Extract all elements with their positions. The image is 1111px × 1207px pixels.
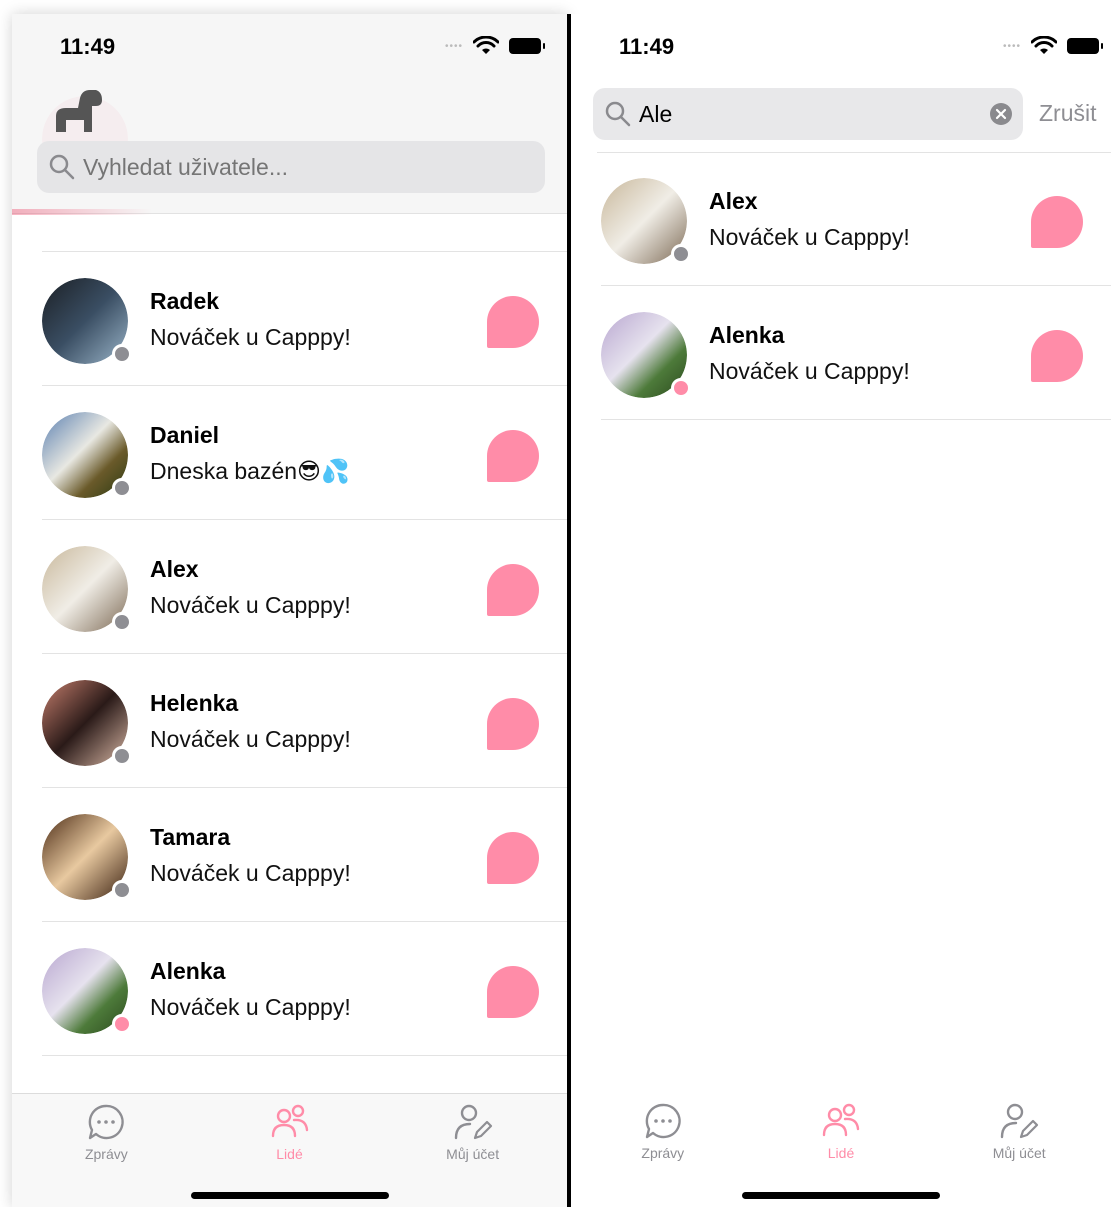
list-item[interactable]: Tamara Nováček u Capppy! — [12, 788, 567, 922]
tab-people[interactable]: Lidé — [230, 1102, 350, 1162]
tab-people[interactable]: Lidé — [781, 1101, 901, 1161]
person-message: Nováček u Capppy! — [150, 592, 351, 618]
chat-bubble-button[interactable] — [487, 564, 539, 616]
people-screen: Radek Nováček u Capppy! Daniel Dneska bazén… — [12, 14, 567, 1207]
tab-label: Lidé — [276, 1146, 303, 1162]
status-time: 11:49 — [60, 34, 116, 59]
presence-indicator — [671, 244, 691, 264]
status-bar: 11:49 •••• — [571, 14, 1111, 74]
tab-label: Můj účet — [446, 1146, 500, 1162]
person-message: Nováček u Capppy! — [150, 726, 351, 752]
battery-icon — [1067, 38, 1103, 54]
account-edit-icon — [413, 1102, 533, 1142]
person-message: Dneska bazén😎💦 — [150, 458, 350, 484]
tab-label: Zprávy — [641, 1145, 685, 1161]
chat-bubble-button[interactable] — [487, 832, 539, 884]
cancel-search-button[interactable]: Zrušit — [1039, 100, 1097, 127]
person-name: Daniel — [150, 422, 220, 448]
clear-search-icon[interactable] — [989, 102, 1013, 126]
list-item[interactable]: Radek Nováček u Capppy! — [12, 252, 567, 386]
person-name: Helenka — [150, 690, 239, 716]
avatar — [42, 814, 132, 900]
search-input[interactable] — [83, 153, 545, 181]
tab-bar: Zprávy Lidé Můj účet — [12, 1093, 567, 1207]
list-item[interactable]: Alenka Nováček u Capppy! — [571, 286, 1111, 420]
tab-chat[interactable]: Zprávy — [603, 1101, 723, 1161]
tab-label: Zprávy — [84, 1146, 128, 1162]
battery-icon — [509, 38, 545, 54]
avatar — [42, 680, 132, 766]
presence-indicator — [112, 1014, 132, 1034]
chat-bubble-button[interactable] — [487, 296, 539, 348]
dog-logo-icon — [56, 90, 102, 132]
avatar — [42, 412, 132, 498]
person-message: Nováček u Capppy! — [150, 860, 351, 886]
home-indicator — [190, 1192, 389, 1199]
signal-icon: •••• — [1002, 40, 1021, 52]
search-icon — [605, 101, 631, 127]
account-edit-icon — [959, 1101, 1079, 1141]
presence-indicator — [112, 880, 132, 900]
search-bar[interactable] — [37, 141, 545, 193]
avatar — [42, 948, 132, 1034]
presence-indicator — [112, 344, 132, 364]
person-message: Nováček u Capppy! — [150, 994, 351, 1020]
search-bar[interactable] — [593, 88, 1023, 140]
search-icon — [49, 154, 75, 180]
tab-chat[interactable]: Zprávy — [46, 1102, 166, 1162]
people-list: Radek Nováček u Capppy! Daniel Dneska bazén… — [12, 96, 567, 1056]
header: 11:49 •••• — [12, 14, 567, 215]
person-message: Nováček u Capppy! — [150, 324, 351, 350]
list-item[interactable]: Alex Nováček u Capppy! — [571, 152, 1111, 286]
person-name: Radek — [150, 288, 220, 314]
chat-bubble-button[interactable] — [487, 430, 539, 482]
avatar — [601, 178, 691, 264]
tab-label: Lidé — [827, 1145, 855, 1161]
status-icons: •••• — [444, 36, 545, 56]
presence-indicator — [112, 746, 132, 766]
list-item[interactable]: Alenka Nováček u Capppy! — [12, 922, 567, 1056]
person-name: Alenka — [150, 958, 226, 984]
search-input[interactable] — [639, 100, 1023, 128]
home-indicator — [742, 1192, 940, 1199]
row-separator — [42, 1055, 567, 1056]
person-name: Alex — [709, 188, 758, 214]
person-name: Alex — [150, 556, 199, 582]
chat-bubble-button[interactable] — [1031, 330, 1083, 382]
tab-account-edit[interactable]: Můj účet — [413, 1102, 533, 1162]
status-icons: •••• — [1002, 36, 1103, 56]
chat-icon — [603, 1101, 723, 1141]
chat-bubble-button[interactable] — [487, 698, 539, 750]
search-results-screen: 11:49 •••• Zrušit AlexNováček u Capppy!A… — [571, 14, 1111, 1207]
status-bar: 11:49 •••• — [12, 14, 567, 74]
presence-indicator — [112, 478, 132, 498]
row-separator — [601, 419, 1111, 420]
chat-bubble-button[interactable] — [487, 966, 539, 1018]
person-message: Nováček u Capppy! — [709, 358, 910, 384]
status-time: 11:49 — [619, 34, 675, 59]
person-name: Tamara — [150, 824, 231, 850]
tab-bar: Zprávy Lidé Můj účet — [571, 1093, 1111, 1207]
presence-indicator — [671, 378, 691, 398]
person-name: Alenka — [709, 322, 785, 348]
tab-label: Můj účet — [992, 1145, 1046, 1161]
list-item[interactable]: Alex Nováček u Capppy! — [12, 520, 567, 654]
presence-indicator — [112, 612, 132, 632]
wifi-icon — [1031, 36, 1057, 54]
chat-bubble-button[interactable] — [1031, 196, 1083, 248]
people-icon — [230, 1102, 350, 1142]
tab-account-edit[interactable]: Můj účet — [959, 1101, 1079, 1161]
chat-icon — [46, 1102, 166, 1142]
signal-icon: •••• — [444, 40, 463, 52]
avatar — [601, 312, 691, 398]
list-item[interactable]: Daniel Dneska bazén😎💦 — [12, 386, 567, 520]
avatar — [42, 278, 132, 364]
people-icon — [781, 1101, 901, 1141]
list-item[interactable]: Helenka Nováček u Capppy! — [12, 654, 567, 788]
wifi-icon — [473, 36, 499, 54]
avatar — [42, 546, 132, 632]
search-results-list: Alex Nováček u Capppy! Alenka Nováček u Cap… — [571, 152, 1111, 420]
person-message: Nováček u Capppy! — [709, 224, 910, 250]
